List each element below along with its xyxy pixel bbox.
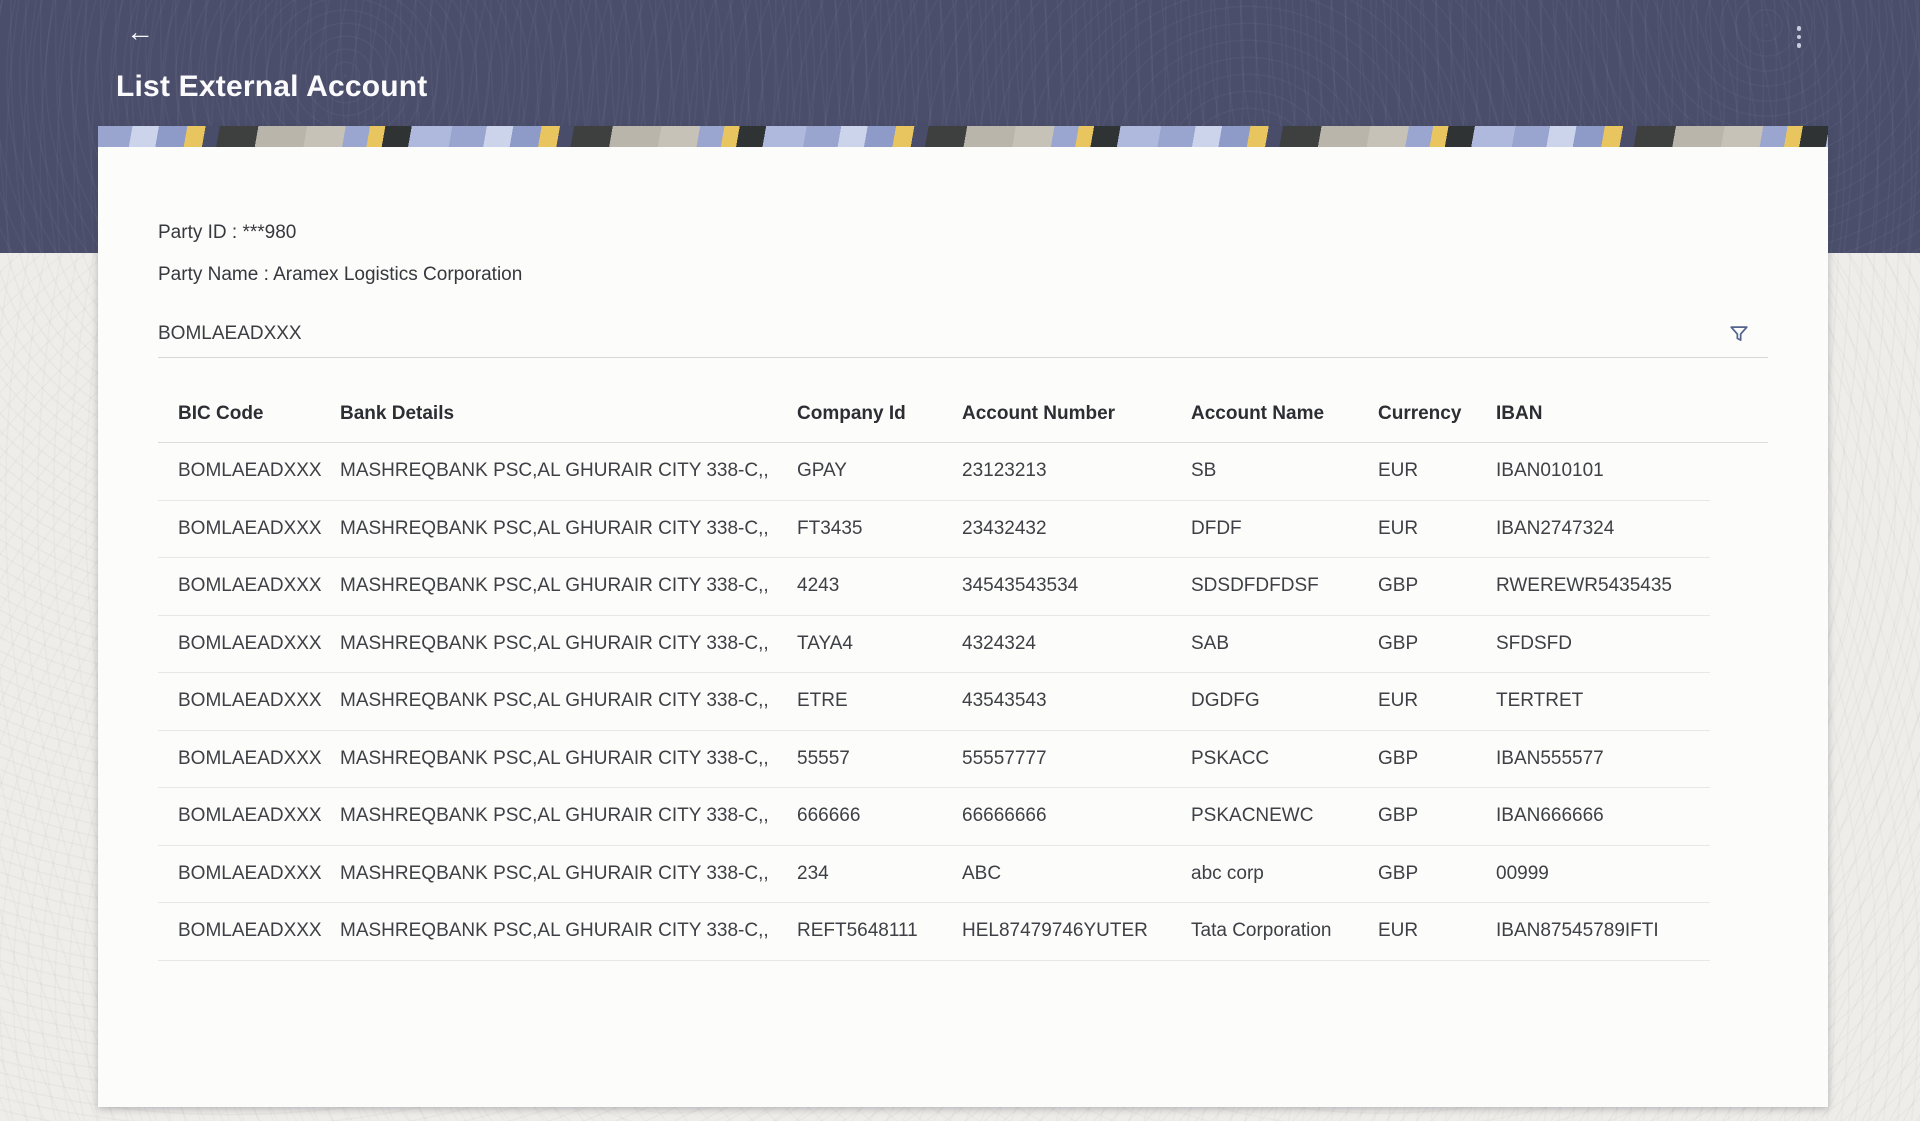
table-cell: TAYA4 (797, 633, 962, 655)
table-cell: 234 (797, 863, 962, 885)
search-input-value[interactable]: BOMLAEADXXX (158, 323, 302, 345)
back-button[interactable]: ← (126, 18, 154, 46)
table-cell: EUR (1378, 920, 1496, 942)
table-cell: PSKACNEWC (1191, 805, 1378, 827)
table-row[interactable]: BOMLAEADXXXMASHREQBANK PSC,AL GHURAIR CI… (158, 903, 1710, 961)
table-cell: BOMLAEADXXX (158, 633, 340, 655)
table-row[interactable]: BOMLAEADXXXMASHREQBANK PSC,AL GHURAIR CI… (158, 616, 1710, 674)
column-header: Account Name (1191, 403, 1378, 425)
table-row[interactable]: BOMLAEADXXXMASHREQBANK PSC,AL GHURAIR CI… (158, 501, 1710, 559)
table-cell: MASHREQBANK PSC,AL GHURAIR CITY 338-C,, (340, 518, 797, 540)
table-cell: 43543543 (962, 690, 1191, 712)
table-cell: BOMLAEADXXX (158, 920, 340, 942)
table-cell: 666666 (797, 805, 962, 827)
table-cell: 66666666 (962, 805, 1191, 827)
table-cell: DGDFG (1191, 690, 1378, 712)
table-cell: EUR (1378, 460, 1496, 482)
table-cell: GBP (1378, 863, 1496, 885)
table-cell: BOMLAEADXXX (158, 518, 340, 540)
table-cell: MASHREQBANK PSC,AL GHURAIR CITY 338-C,, (340, 460, 797, 482)
table-cell: BOMLAEADXXX (158, 460, 340, 482)
content-card: Party ID : ***980 Party Name : Aramex Lo… (98, 126, 1828, 1107)
table-cell: 4243 (797, 575, 962, 597)
table-row[interactable]: BOMLAEADXXXMASHREQBANK PSC,AL GHURAIR CI… (158, 443, 1710, 501)
column-header: BIC Code (158, 403, 340, 425)
column-header: Company Id (797, 403, 962, 425)
table-cell: abc corp (1191, 863, 1378, 885)
kebab-dot (1797, 43, 1802, 48)
table-cell: MASHREQBANK PSC,AL GHURAIR CITY 338-C,, (340, 863, 797, 885)
table-cell: EUR (1378, 518, 1496, 540)
party-id-text: Party ID : ***980 (158, 221, 1768, 245)
table-row[interactable]: BOMLAEADXXXMASHREQBANK PSC,AL GHURAIR CI… (158, 788, 1710, 846)
table-cell: IBAN666666 (1496, 805, 1710, 827)
column-header: IBAN (1496, 403, 1768, 425)
table-cell: DFDF (1191, 518, 1378, 540)
table-cell: REFT5648111 (797, 920, 962, 942)
table-cell: 23432432 (962, 518, 1191, 540)
table-cell: ABC (962, 863, 1191, 885)
filter-icon[interactable] (1728, 323, 1750, 345)
table-cell: 00999 (1496, 863, 1710, 885)
accounts-table: BIC CodeBank DetailsCompany IdAccount Nu… (158, 386, 1768, 961)
table-cell: MASHREQBANK PSC,AL GHURAIR CITY 338-C,, (340, 748, 797, 770)
page-title: List External Account (116, 70, 427, 104)
table-row[interactable]: BOMLAEADXXXMASHREQBANK PSC,AL GHURAIR CI… (158, 846, 1710, 904)
table-cell: GBP (1378, 748, 1496, 770)
kebab-dot (1797, 26, 1802, 31)
column-header: Account Number (962, 403, 1191, 425)
search-input[interactable]: BOMLAEADXXX (158, 311, 1768, 358)
table-cell: 55557777 (962, 748, 1191, 770)
table-cell: MASHREQBANK PSC,AL GHURAIR CITY 338-C,, (340, 920, 797, 942)
table-cell: BOMLAEADXXX (158, 690, 340, 712)
kebab-dot (1797, 35, 1802, 40)
table-cell: BOMLAEADXXX (158, 805, 340, 827)
card-body: Party ID : ***980 Party Name : Aramex Lo… (98, 221, 1828, 961)
table-cell: GBP (1378, 575, 1496, 597)
table-cell: SB (1191, 460, 1378, 482)
table-cell: GPAY (797, 460, 962, 482)
decorative-banner (98, 126, 1828, 147)
table-cell: TERTRET (1496, 690, 1710, 712)
table-cell: IBAN87545789IFTI (1496, 920, 1710, 942)
table-cell: GBP (1378, 633, 1496, 655)
table-cell: BOMLAEADXXX (158, 575, 340, 597)
table-row[interactable]: BOMLAEADXXXMASHREQBANK PSC,AL GHURAIR CI… (158, 673, 1710, 731)
table-header-row: BIC CodeBank DetailsCompany IdAccount Nu… (158, 386, 1768, 443)
table-cell: 23123213 (962, 460, 1191, 482)
table-cell: 34543543534 (962, 575, 1191, 597)
table-cell: BOMLAEADXXX (158, 863, 340, 885)
table-cell: PSKACC (1191, 748, 1378, 770)
table-row[interactable]: BOMLAEADXXXMASHREQBANK PSC,AL GHURAIR CI… (158, 558, 1710, 616)
table-cell: ETRE (797, 690, 962, 712)
table-cell: IBAN555577 (1496, 748, 1710, 770)
kebab-menu-icon[interactable] (1786, 20, 1812, 54)
table-cell: GBP (1378, 805, 1496, 827)
table-cell: MASHREQBANK PSC,AL GHURAIR CITY 338-C,, (340, 805, 797, 827)
table-cell: 4324324 (962, 633, 1191, 655)
table-row[interactable]: BOMLAEADXXXMASHREQBANK PSC,AL GHURAIR CI… (158, 731, 1710, 789)
table-cell: MASHREQBANK PSC,AL GHURAIR CITY 338-C,, (340, 690, 797, 712)
column-header: Bank Details (340, 403, 797, 425)
table-cell: BOMLAEADXXX (158, 748, 340, 770)
table-cell: FT3435 (797, 518, 962, 540)
table-cell: IBAN2747324 (1496, 518, 1710, 540)
table-cell: SDSDFDFDSF (1191, 575, 1378, 597)
party-name-text: Party Name : Aramex Logistics Corporatio… (158, 263, 1768, 287)
table-cell: SFDSFD (1496, 633, 1710, 655)
table-cell: SAB (1191, 633, 1378, 655)
column-header: Currency (1378, 403, 1496, 425)
table-cell: IBAN010101 (1496, 460, 1710, 482)
table-cell: MASHREQBANK PSC,AL GHURAIR CITY 338-C,, (340, 633, 797, 655)
table-body: BOMLAEADXXXMASHREQBANK PSC,AL GHURAIR CI… (158, 443, 1768, 961)
table-cell: HEL87479746YUTER (962, 920, 1191, 942)
table-cell: RWEREWR5435435 (1496, 575, 1710, 597)
table-cell: EUR (1378, 690, 1496, 712)
table-cell: MASHREQBANK PSC,AL GHURAIR CITY 338-C,, (340, 575, 797, 597)
table-cell: 55557 (797, 748, 962, 770)
table-cell: Tata Corporation (1191, 920, 1378, 942)
